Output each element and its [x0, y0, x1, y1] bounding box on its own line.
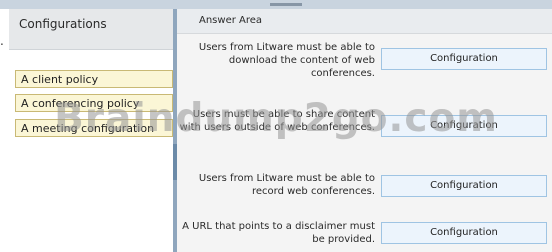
answer-slot-download-content[interactable]: Configuration [381, 48, 547, 70]
answer-slot-record-conferences[interactable]: Configuration [381, 175, 547, 197]
requirement-record-conferences: Users from Litware must be able to recor… [198, 173, 375, 197]
answer-slot-disclaimer-url[interactable]: Configuration [381, 222, 547, 244]
configurations-title: Configurations [9, 9, 173, 50]
requirement-download-content: Users from Litware must be able to downl… [198, 42, 375, 79]
option-conferencing-policy[interactable]: A conferencing policy [15, 94, 173, 112]
answer-slot-share-content[interactable]: Configuration [381, 115, 547, 137]
bullet-dot: . [0, 34, 4, 48]
resize-grip[interactable] [270, 3, 302, 6]
requirement-share-content: Users must be able to share content with… [179, 109, 375, 133]
answer-area-title: Answer Area [177, 9, 552, 34]
answer-area-panel: Answer Area Users from Litware must be a… [177, 9, 552, 252]
configurations-panel: Configurations A client policy A confere… [9, 9, 173, 252]
top-band [0, 0, 552, 9]
option-client-policy[interactable]: A client policy [15, 70, 173, 88]
option-meeting-configuration[interactable]: A meeting configuration [15, 119, 173, 137]
requirement-disclaimer-url: A URL that points to a disclaimer must b… [182, 221, 375, 245]
